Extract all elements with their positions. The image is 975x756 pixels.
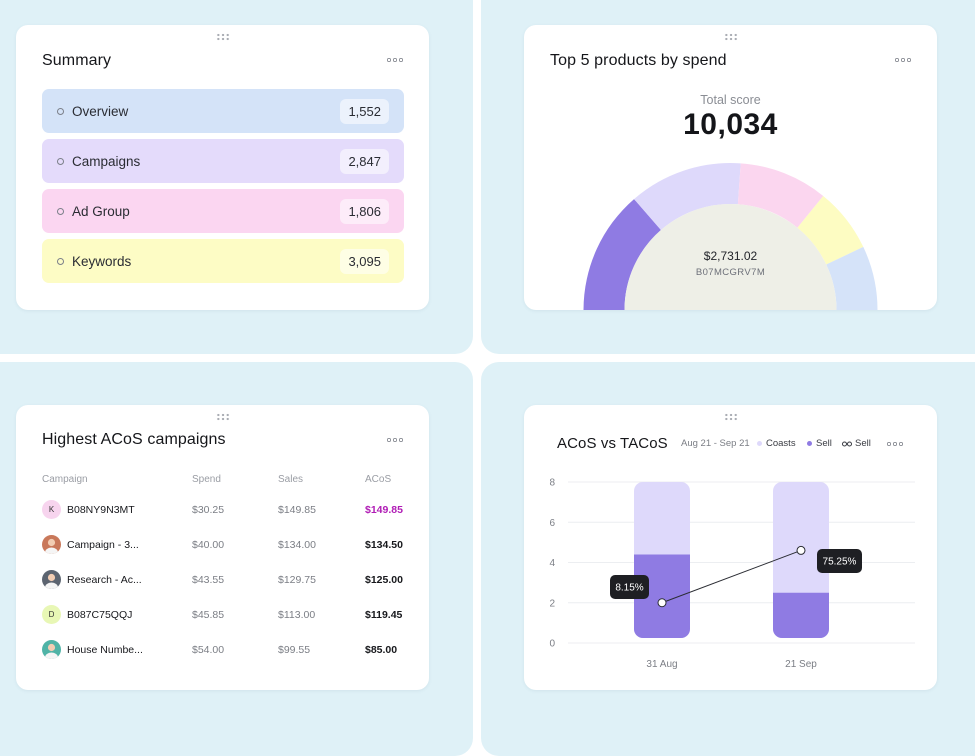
- avatar: D: [42, 605, 61, 624]
- summary-item-label: Campaigns: [72, 153, 141, 169]
- sell-point[interactable]: [657, 598, 667, 608]
- summary-item-campaigns[interactable]: Campaigns 2,847: [42, 139, 404, 183]
- summary-item-count: 3,095: [340, 248, 389, 274]
- table-row[interactable]: D B087C75QQJ $45.85 $113.00 $119.45: [16, 602, 429, 628]
- drag-handle-icon[interactable]: [215, 33, 230, 41]
- circle-icon: [57, 107, 64, 115]
- y-tick-label: 8: [549, 478, 555, 489]
- circle-icon: [57, 207, 64, 215]
- avatar: [42, 570, 61, 589]
- circle-icon: [57, 157, 64, 165]
- sales-value: $129.75: [278, 574, 316, 586]
- spend-value: $43.55: [192, 574, 225, 586]
- more-options-icon[interactable]: [386, 57, 404, 63]
- sales-value: $134.00: [278, 539, 316, 551]
- x-tick-label: 31 Aug: [646, 659, 677, 670]
- campaign-name[interactable]: House Numbe...: [67, 644, 143, 656]
- acos-value: $134.50: [365, 539, 403, 551]
- top-products-card: Top 5 products by spend Total score 10,0…: [524, 25, 937, 310]
- summary-item-ad-group[interactable]: Ad Group 1,806: [42, 189, 404, 233]
- col-header-sales: Sales: [278, 474, 304, 485]
- summary-item-count: 1,806: [340, 198, 389, 224]
- y-tick-label: 2: [549, 598, 555, 609]
- y-tick-label: 4: [549, 558, 555, 569]
- y-tick-label: 6: [549, 518, 555, 529]
- campaign-name[interactable]: Campaign - 3...: [67, 539, 139, 551]
- spend-value: $54.00: [192, 644, 225, 656]
- table-row[interactable]: Research - Ac... $43.55 $129.75 $125.00: [16, 567, 429, 593]
- summary-item-keywords[interactable]: Keywords 3,095: [42, 239, 404, 283]
- circle-icon: [57, 257, 64, 265]
- acos-value: $85.00: [365, 644, 398, 656]
- campaign-name[interactable]: B087C75QQJ: [67, 609, 132, 621]
- data-label: 75.25%: [823, 557, 857, 568]
- avatar: K: [42, 500, 61, 519]
- gauge-center-amount: $2,731.02: [703, 249, 758, 263]
- summary-title: Summary: [42, 52, 112, 69]
- spend-value: $45.85: [192, 609, 225, 621]
- acos-value: $149.85: [365, 504, 403, 516]
- table-row[interactable]: K B08NY9N3MT $30.25 $149.85 $149.85: [16, 497, 429, 523]
- acos-chart-card: ACoS vs TACoS Aug 21 - Sep 21 Coasts Sel…: [524, 405, 937, 690]
- y-tick-label: 0: [549, 639, 555, 650]
- campaigns-title: Highest ACoS campaigns: [42, 431, 226, 448]
- x-tick-label: 21 Sep: [785, 659, 817, 670]
- spend-value: $40.00: [192, 539, 225, 551]
- data-label: 8.15%: [615, 583, 643, 594]
- sales-value: $99.55: [278, 644, 311, 656]
- more-options-icon[interactable]: [386, 437, 404, 443]
- avatar: [42, 640, 61, 659]
- sales-value: $149.85: [278, 504, 316, 516]
- acos-value: $119.45: [365, 609, 403, 621]
- spend-value: $30.25: [192, 504, 225, 516]
- summary-item-label: Overview: [72, 103, 129, 119]
- drag-handle-icon[interactable]: [215, 413, 230, 421]
- sell-point[interactable]: [796, 545, 806, 555]
- campaign-name[interactable]: B08NY9N3MT: [67, 504, 135, 516]
- table-row[interactable]: Campaign - 3... $40.00 $134.00 $134.50: [16, 532, 429, 558]
- summary-item-overview[interactable]: Overview 1,552: [42, 89, 404, 133]
- col-header-acos: ACoS: [365, 474, 392, 485]
- acos-value: $125.00: [365, 574, 403, 586]
- summary-item-label: Keywords: [72, 253, 132, 269]
- summary-item-count: 1,552: [340, 98, 389, 124]
- summary-item-label: Ad Group: [72, 203, 130, 219]
- table-row[interactable]: House Numbe... $54.00 $99.55 $85.00: [16, 637, 429, 663]
- col-header-campaign: Campaign: [42, 474, 88, 485]
- gauge-center-product: B07MCGRV7M: [695, 267, 766, 278]
- summary-card: Summary Overview 1,552 Campaigns 2,847 Ad Gr…: [16, 25, 429, 310]
- summary-item-count: 2,847: [340, 148, 389, 174]
- campaigns-card: Highest ACoS campaigns Campaign Spend Sa…: [16, 405, 429, 690]
- acos-tacos-bar-chart: 0 2 4 6 8 31 Aug 21 Sep 8.15% 75.25%: [549, 478, 915, 670]
- col-header-spend: Spend: [192, 474, 221, 485]
- sales-value: $113.00: [278, 609, 316, 621]
- avatar: [42, 535, 61, 554]
- campaign-name[interactable]: Research - Ac...: [67, 574, 142, 586]
